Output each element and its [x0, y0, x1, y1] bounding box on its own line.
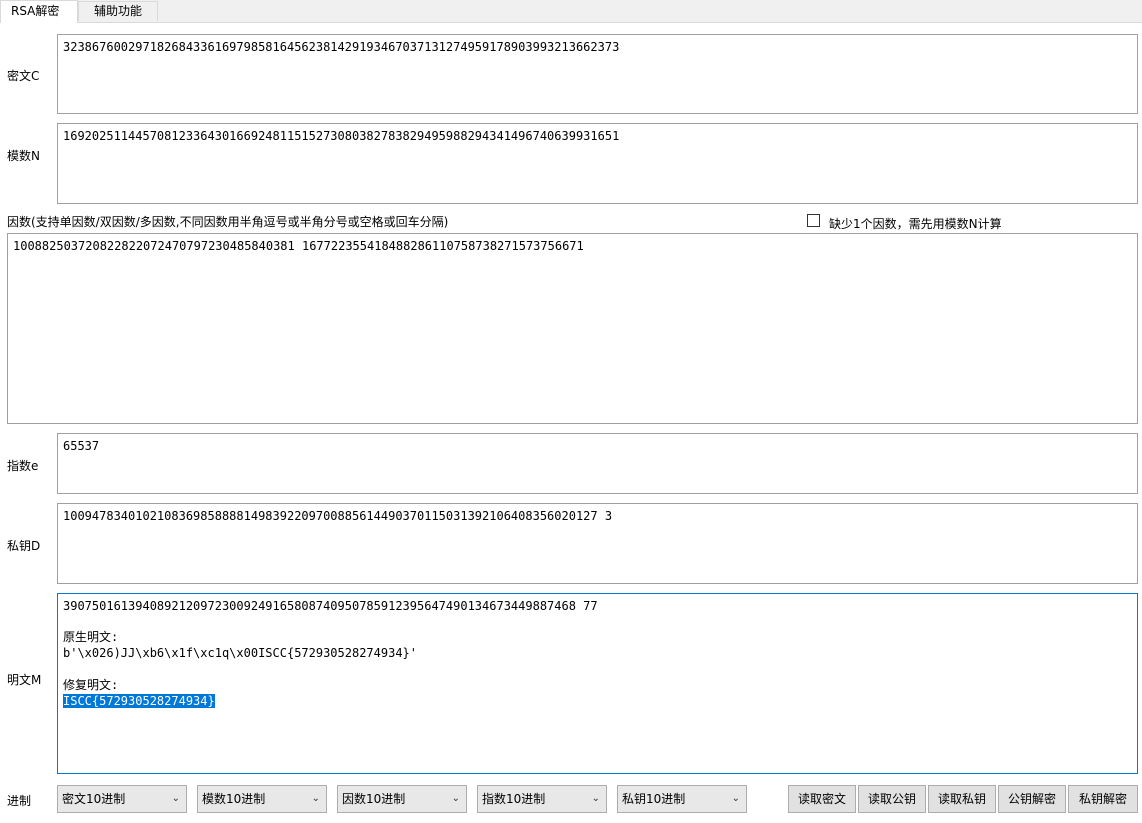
chevron-down-icon: ⌄ — [171, 793, 180, 804]
fixed-plaintext-label: 修复明文: — [63, 678, 119, 692]
missing-factor-label: 缺少1个因数，需先用模数N计算 — [829, 217, 1002, 231]
exponent-label: 指数e — [7, 459, 39, 473]
ciphertext-base-select[interactable]: 密文10进制 ⌄ — [57, 785, 187, 813]
public-key-decrypt-button[interactable]: 公钥解密 — [998, 785, 1066, 813]
modulus-base-value: 模数10进制 — [202, 792, 266, 806]
factors-field[interactable]: 100882503720822822072470797230485840381 … — [7, 233, 1138, 424]
exponent-base-select[interactable]: 指数10进制 ⌄ — [477, 785, 607, 813]
ciphertext-base-value: 密文10进制 — [62, 792, 126, 806]
exponent-field[interactable]: 65537 — [57, 433, 1138, 494]
exponent-base-value: 指数10进制 — [482, 792, 546, 806]
ciphertext-field[interactable]: 3238676002971826843361697985816456238142… — [57, 34, 1138, 114]
modulus-field[interactable]: 1692025114457081233643016692481151527308… — [57, 123, 1138, 204]
factor-base-select[interactable]: 因数10进制 ⌄ — [337, 785, 467, 813]
private-key-base-select[interactable]: 私钥10进制 ⌄ — [617, 785, 747, 813]
chevron-down-icon: ⌄ — [591, 793, 600, 804]
private-key-label: 私钥D — [7, 539, 41, 553]
raw-plaintext-value: b'\x026)JJ\xb6\x1f\xc1q\x00ISCC{57293052… — [63, 646, 418, 660]
read-ciphertext-button[interactable]: 读取密文 — [788, 785, 856, 813]
private-key-base-value: 私钥10进制 — [622, 792, 686, 806]
base-label: 进制 — [7, 794, 32, 808]
private-key-decrypt-button[interactable]: 私钥解密 — [1068, 785, 1138, 813]
plaintext-value: 3907501613940892120972300924916580874095… — [63, 599, 598, 613]
chevron-down-icon: ⌄ — [311, 793, 320, 804]
raw-plaintext-label: 原生明文: — [63, 630, 119, 644]
chevron-down-icon: ⌄ — [451, 793, 460, 804]
modulus-base-select[interactable]: 模数10进制 ⌄ — [197, 785, 327, 813]
read-private-key-button[interactable]: 读取私钥 — [928, 785, 996, 813]
modulus-label: 模数N — [7, 149, 40, 163]
tab-bar: RSA解密 辅助功能 — [0, 0, 1142, 23]
factor-base-value: 因数10进制 — [342, 792, 406, 806]
plaintext-label: 明文M — [7, 673, 42, 687]
tab-rsa-decrypt[interactable]: RSA解密 — [0, 0, 78, 23]
tab-auxiliary[interactable]: 辅助功能 — [78, 1, 158, 21]
plaintext-field[interactable]: 3907501613940892120972300924916580874095… — [57, 593, 1138, 774]
read-public-key-button[interactable]: 读取公钥 — [858, 785, 926, 813]
factors-label: 因数(支持单因数/双因数/多因数,不同因数用半角逗号或半角分号或空格或回车分隔) — [7, 215, 449, 229]
ciphertext-label: 密文C — [7, 69, 40, 83]
fixed-plaintext-value[interactable]: ISCC{572930528274934} — [63, 694, 215, 708]
private-key-field[interactable]: 1009478340102108369858888149839220970088… — [57, 503, 1138, 584]
chevron-down-icon: ⌄ — [731, 793, 740, 804]
missing-factor-checkbox[interactable] — [807, 214, 820, 227]
